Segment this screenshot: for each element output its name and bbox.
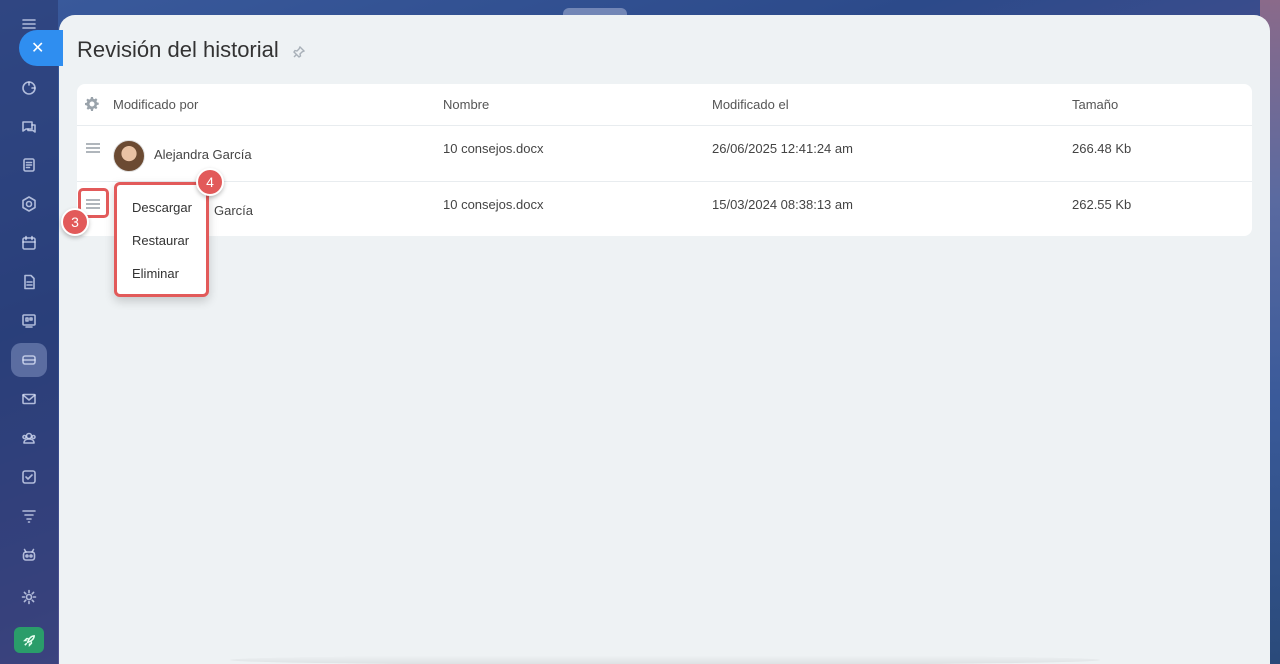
rocket-icon <box>22 634 35 647</box>
goals-icon[interactable] <box>17 76 41 100</box>
drive-icon[interactable] <box>17 348 41 372</box>
board-icon[interactable] <box>17 309 41 333</box>
chat-icon[interactable] <box>17 115 41 139</box>
step-badge-3: 3 <box>61 208 89 236</box>
column-header-modified-by[interactable]: Modificado por <box>113 97 198 112</box>
gear-icon[interactable] <box>85 97 99 111</box>
calendar-icon[interactable] <box>17 231 41 255</box>
row-modified-date: 15/03/2024 08:38:13 am <box>712 197 853 212</box>
rocket-button[interactable] <box>14 627 44 653</box>
history-table: Modificado por Nombre Modificado el Tama… <box>77 84 1252 236</box>
bottom-shadow <box>230 655 1100 664</box>
row-size: 262.55 Kb <box>1072 197 1132 212</box>
hexagon-icon[interactable] <box>17 192 41 216</box>
robot-icon[interactable] <box>17 543 41 567</box>
row-file-name: 10 consejos.docx <box>443 141 544 156</box>
history-panel: Revisión del historial Modificado por No… <box>59 15 1270 664</box>
step-badge-4: 4 <box>196 168 224 196</box>
menu-item-restore[interactable]: Restaurar <box>132 233 189 248</box>
row-context-menu: Descargar Restaurar Eliminar <box>114 182 209 297</box>
document-icon[interactable] <box>17 270 41 294</box>
column-header-name[interactable]: Nombre <box>443 97 489 112</box>
menu-item-delete[interactable]: Eliminar <box>132 266 179 281</box>
pin-icon[interactable] <box>293 45 306 58</box>
row-file-name: 10 consejos.docx <box>443 197 544 212</box>
row-user-link[interactable]: García <box>214 203 253 218</box>
row-size: 266.48 Kb <box>1072 141 1132 156</box>
column-header-size[interactable]: Tamaño <box>1072 97 1118 112</box>
row-user-link[interactable]: Alejandra García <box>154 147 252 162</box>
divider <box>77 125 1252 126</box>
mail-icon[interactable] <box>17 387 41 411</box>
settings-icon[interactable] <box>17 585 41 609</box>
row-actions-menu-icon[interactable] <box>86 143 100 153</box>
page-title: Revisión del historial <box>77 37 279 62</box>
menu-item-download[interactable]: Descargar <box>132 200 192 215</box>
left-sidebar <box>0 0 58 664</box>
close-slider-button[interactable]: ✕ <box>19 30 63 66</box>
row-modified-date: 26/06/2025 12:41:24 am <box>712 141 853 156</box>
column-header-modified-date[interactable]: Modificado el <box>712 97 789 112</box>
feed-icon[interactable] <box>17 153 41 177</box>
close-icon: ✕ <box>31 40 45 57</box>
filter-icon[interactable] <box>17 504 41 528</box>
group-icon[interactable] <box>17 426 41 450</box>
divider <box>77 181 1252 182</box>
tasks-icon[interactable] <box>17 465 41 489</box>
avatar <box>113 140 145 172</box>
